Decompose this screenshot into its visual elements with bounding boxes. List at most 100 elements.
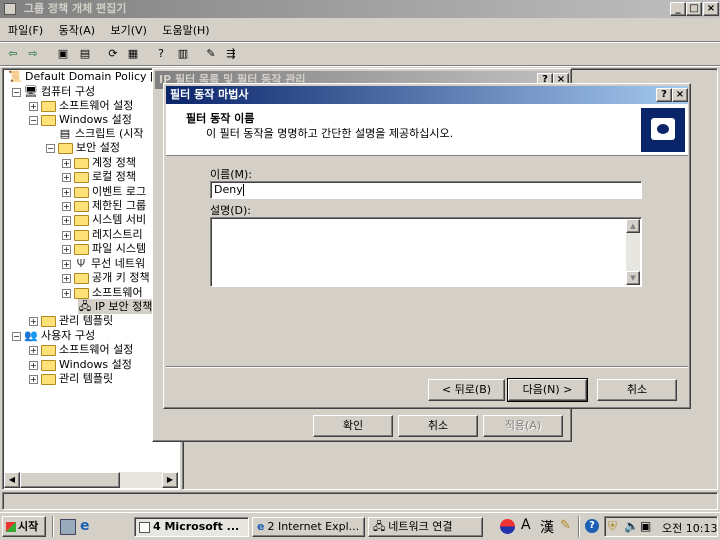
network-tray-icon[interactable]: ▣ [640, 519, 651, 533]
wizard-help-button[interactable]: ? [656, 88, 672, 102]
main-title-bar[interactable]: 그룹 정책 개체 편집기 [0, 0, 720, 18]
expand-icon[interactable]: + [62, 288, 71, 298]
ie-icon[interactable]: e [80, 518, 90, 534]
tree-wireless-network[interactable]: + Ψ 무선 네트워 [62, 256, 145, 271]
expand-icon[interactable]: + [62, 244, 71, 254]
show-desktop-icon[interactable] [60, 519, 76, 535]
properties-icon[interactable]: ▥ [174, 45, 192, 63]
tree-restricted-groups[interactable]: + 제한된 그룹 [62, 198, 146, 213]
collapse-icon[interactable]: − [46, 143, 55, 153]
ime-alpha-indicator[interactable]: A [521, 517, 531, 533]
up-folder-icon[interactable]: ▣ [54, 45, 72, 63]
expand-icon[interactable]: + [62, 259, 71, 269]
tree-user-windows-settings[interactable]: + Windows 설정 [29, 357, 132, 372]
expand-icon[interactable]: + [29, 316, 38, 326]
task-internet-explorer[interactable]: e2 Internet Expl... [252, 517, 365, 537]
help-icon[interactable]: ? [152, 45, 170, 63]
scroll-thumb[interactable] [20, 472, 120, 488]
security-shield-icon[interactable]: ⛨ [608, 519, 617, 534]
menu-view[interactable]: 보기(V) [105, 22, 153, 40]
tree-account-policy[interactable]: + 계정 정책 [62, 155, 136, 170]
tree-ip-security[interactable]: 🖧 IP 보안 정책 [78, 299, 157, 314]
close-button[interactable]: × [703, 2, 719, 16]
clock[interactable]: 오전 10:13 [662, 520, 717, 536]
refresh-icon[interactable]: ⟳ [104, 45, 122, 63]
back-arrow-icon[interactable]: ⇦ [4, 45, 22, 63]
tree-file-system[interactable]: + 파일 시스템 [62, 241, 146, 256]
expand-icon[interactable]: + [62, 215, 71, 225]
menu-action[interactable]: 동작(A) [53, 22, 101, 40]
ok-button[interactable]: 확인 [313, 415, 393, 437]
wizard-close-button[interactable]: × [672, 88, 688, 102]
collapse-icon[interactable]: − [12, 331, 21, 341]
task-network-connections[interactable]: 🖧 네트워크 연결 [368, 517, 483, 537]
scroll-down-button[interactable]: ▼ [626, 271, 640, 285]
tree-user-software-settings[interactable]: + 소프트웨어 설정 [29, 342, 133, 357]
tree-local-policy[interactable]: + 로컬 정책 [62, 169, 136, 184]
scroll-right-button[interactable]: ▶ [162, 472, 178, 488]
tree-software-settings[interactable]: + 소프트웨어 설정 [29, 98, 133, 113]
expand-icon[interactable]: + [62, 230, 71, 240]
menu-file[interactable]: 파일(F) [2, 22, 49, 40]
tree-user-admin-templates[interactable]: + 관리 템플릿 [29, 371, 113, 386]
tree-public-key[interactable]: + 공개 키 정책 [62, 270, 150, 285]
ime-flag-icon[interactable] [500, 519, 515, 534]
expand-icon[interactable]: + [29, 374, 38, 384]
expand-icon[interactable]: + [62, 273, 71, 283]
menu-help[interactable]: 도움말(H) [156, 22, 215, 40]
expand-icon[interactable]: + [29, 360, 38, 370]
folder-icon [74, 243, 89, 255]
script-icon: ▤ [59, 127, 71, 140]
scroll-up-button[interactable]: ▲ [626, 219, 640, 233]
tree-registry[interactable]: + 레지스트리 [62, 227, 143, 242]
tree-windows-settings[interactable]: − Windows 설정 [29, 112, 132, 127]
expand-icon[interactable]: + [29, 101, 38, 111]
name-input[interactable]: Deny [210, 181, 642, 199]
show-tree-icon[interactable]: ▤ [76, 45, 94, 63]
behind-cancel-button[interactable]: 취소 [398, 415, 478, 437]
expand-icon[interactable]: + [62, 172, 71, 182]
window-title: 그룹 정책 개체 편집기 [23, 2, 127, 15]
expand-icon[interactable]: + [62, 201, 71, 211]
back-button[interactable]: < 뒤로(B) [428, 379, 505, 401]
wizard-title-bar[interactable]: 필터 동작 마법사 [166, 86, 688, 104]
tree-computer-config[interactable]: − 🖥 컴퓨터 구성 [12, 84, 95, 99]
tree-admin-templates[interactable]: + 관리 템플릿 [29, 313, 113, 328]
tree-security-settings[interactable]: − 보안 설정 [46, 140, 120, 155]
apply-button[interactable]: 적용(A) [483, 415, 563, 437]
ime-hanja-indicator[interactable]: 漢 [540, 517, 554, 537]
tree-root[interactable]: 📜 Default Domain Policy [I [8, 69, 157, 84]
speaker-icon[interactable]: 🔈 [624, 519, 639, 533]
export-list-icon[interactable]: ▦ [124, 45, 142, 63]
minimize-button[interactable]: _ [670, 2, 686, 16]
wizard-cancel-button[interactable]: 취소 [597, 379, 677, 401]
start-button[interactable]: 시작 [2, 516, 46, 537]
description-scrollbar[interactable]: ▲ ▼ [626, 219, 640, 285]
collapse-icon[interactable]: − [29, 115, 38, 125]
wizard-logo-icon [641, 108, 685, 152]
folder-icon [74, 214, 89, 226]
new-item-icon[interactable]: ✎ [202, 45, 220, 63]
move-item-icon[interactable]: ⇶ [222, 45, 240, 63]
expand-icon[interactable]: + [62, 187, 71, 197]
tree-user-config[interactable]: − 👥 사용자 구성 [12, 328, 95, 343]
description-textarea[interactable]: ▲ ▼ [210, 217, 642, 287]
expand-icon[interactable]: + [29, 345, 38, 355]
ime-options-icon[interactable]: ✎ [560, 518, 571, 533]
next-button[interactable]: 다음(N) > [507, 378, 588, 402]
task-group-policy[interactable]: 4 Microsoft ... [134, 517, 249, 537]
windows-logo-icon [6, 522, 16, 532]
folder-icon [41, 315, 56, 327]
tree-software-restriction[interactable]: + 소프트웨어 [62, 285, 143, 300]
tree-scrollbar[interactable]: ◀ ▶ [4, 472, 178, 488]
forward-arrow-icon[interactable]: ⇨ [24, 45, 42, 63]
tree-event-log[interactable]: + 이벤트 로그 [62, 184, 146, 199]
maximize-button[interactable]: □ [686, 2, 702, 16]
collapse-icon[interactable]: − [12, 87, 21, 97]
tree-system-services[interactable]: + 시스템 서비 [62, 212, 146, 227]
help-tray-icon[interactable]: ? [585, 519, 599, 533]
wizard-heading: 필터 동작 이름 [186, 112, 255, 125]
expand-icon[interactable]: + [62, 158, 71, 168]
tree-scripts[interactable]: ▤ 스크립트 (시작 [58, 126, 144, 141]
scroll-left-button[interactable]: ◀ [4, 472, 20, 488]
